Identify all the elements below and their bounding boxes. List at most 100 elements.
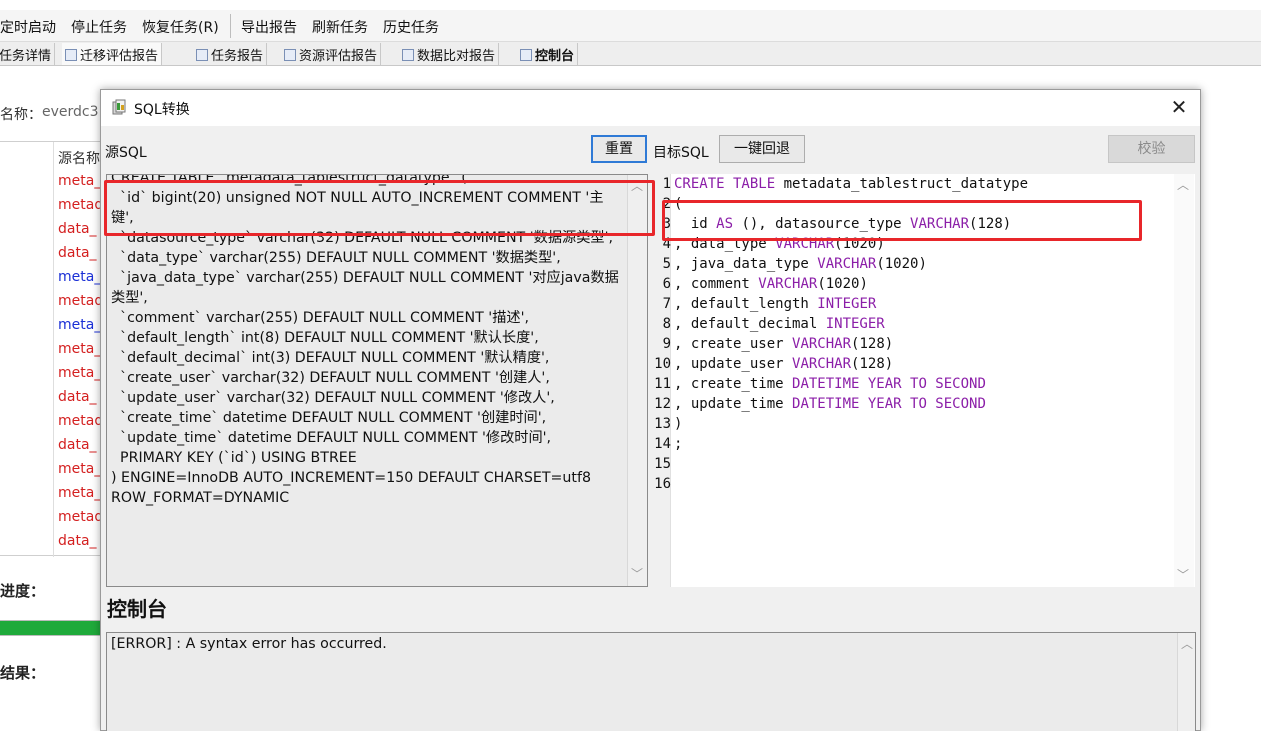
tab-resource-report[interactable]: 资源评估报告: [281, 43, 382, 65]
sql-keyword: VARCHAR: [792, 336, 852, 352]
reset-button[interactable]: 重置: [591, 135, 647, 163]
table-row[interactable]: data_: [58, 221, 97, 237]
sql-keyword: VARCHAR: [775, 236, 835, 252]
object-table: 源名称 meta_ metad data_ data_ meta_ metad meta_ m…: [0, 141, 104, 557]
menu-resume-task[interactable]: 恢复任务(R): [142, 17, 219, 37]
table-row[interactable]: metad: [58, 509, 103, 525]
target-sql-label: 目标SQL: [653, 145, 709, 161]
sql-token: (: [674, 196, 683, 212]
report-tab-bar: 任务详情 迁移评估报告 任务报告 资源评估报告 数据比对报告 控制台: [0, 42, 1261, 66]
code-line[interactable]: (: [674, 194, 682, 214]
code-line[interactable]: ): [674, 414, 682, 434]
line-number: 3: [662, 216, 671, 232]
menu-history-task[interactable]: 历史任务: [383, 17, 439, 37]
rollback-button[interactable]: 一键回退: [719, 135, 805, 163]
line-number: 11: [654, 376, 671, 392]
source-sql-scrollbar[interactable]: ︿ ﹀: [627, 175, 647, 586]
console-icon: [520, 49, 532, 61]
target-sql-editor[interactable]: 1 2 3 4 5 6 7 8 9 10 11 12 13 14 15 16 CREATE TABLE met…: [654, 174, 1195, 587]
table-row[interactable]: data_: [58, 245, 97, 261]
scroll-down-icon[interactable]: ﹀: [1174, 566, 1192, 583]
line-number: 1: [662, 176, 671, 192]
console-message: [ERROR] : A syntax error has occurred.: [111, 636, 387, 652]
source-sql-text[interactable]: CREATE TABLE `metadata_tablestruct_datat…: [111, 175, 625, 508]
code-line[interactable]: , default_length INTEGER: [674, 294, 876, 314]
code-line[interactable]: , update_user VARCHAR(128): [674, 354, 893, 374]
menu-refresh-task[interactable]: 刷新任务: [312, 17, 368, 37]
sql-token: , update_user: [674, 356, 793, 372]
table-row[interactable]: meta_: [58, 269, 101, 285]
dialog-title: SQL转换: [134, 102, 190, 118]
table-row[interactable]: meta_: [58, 365, 101, 381]
task-name-value: everdc3: [42, 104, 99, 120]
line-number: 13: [654, 416, 671, 432]
code-line[interactable]: , default_decimal INTEGER: [674, 314, 885, 334]
line-number: 16: [654, 476, 671, 492]
line-number: 5: [662, 256, 671, 272]
line-number: 14: [654, 436, 671, 452]
table-row[interactable]: data_: [58, 437, 97, 453]
code-line[interactable]: , update_time DATETIME YEAR TO SECOND: [674, 394, 986, 414]
line-number-gutter: 1 2 3 4 5 6 7 8 9 10 11 12 13 14 15 16: [654, 174, 671, 587]
code-line[interactable]: , create_user VARCHAR(128): [674, 334, 893, 354]
tab-task-details[interactable]: 任务详情: [0, 43, 56, 65]
source-sql-editor[interactable]: CREATE TABLE `metadata_tablestruct_datat…: [106, 174, 648, 587]
table-row[interactable]: data_: [58, 389, 97, 405]
table-row[interactable]: meta_: [58, 173, 101, 189]
table-row[interactable]: metad: [58, 413, 103, 429]
sql-token: (128): [851, 356, 894, 372]
code-line[interactable]: , comment VARCHAR(1020): [674, 274, 868, 294]
sql-keyword: DATETIME YEAR TO SECOND: [792, 376, 986, 392]
line-number: 6: [662, 276, 671, 292]
line-number: 2: [662, 196, 671, 212]
code-line[interactable]: , java_data_type VARCHAR(1020): [674, 254, 927, 274]
line-number: 7: [662, 296, 671, 312]
table-row[interactable]: metad: [58, 197, 103, 213]
source-sql-label: 源SQL: [105, 145, 147, 161]
table-row[interactable]: meta_: [58, 317, 101, 333]
table-row[interactable]: meta_: [58, 461, 101, 477]
menu-timed-start[interactable]: 定时启动: [0, 17, 56, 37]
menu-export-report[interactable]: 导出报告: [241, 17, 297, 37]
code-line[interactable]: CREATE TABLE metadata_tablestruct_dataty…: [674, 174, 1028, 194]
task-name-label: 名称：: [0, 107, 42, 123]
console-title: 控制台: [107, 597, 167, 621]
code-line[interactable]: , create_time DATETIME YEAR TO SECOND: [674, 374, 986, 394]
validate-button[interactable]: 校验: [1108, 135, 1195, 163]
table-row[interactable]: data_: [58, 533, 97, 549]
table-row[interactable]: meta_: [58, 485, 101, 501]
table-row[interactable]: metad: [58, 293, 103, 309]
scroll-up-icon[interactable]: ︿: [1174, 176, 1192, 193]
tab-data-compare-report[interactable]: 数据比对报告: [399, 43, 500, 65]
scroll-up-icon[interactable]: ︿: [1178, 635, 1196, 652]
sql-keyword: CREATE TABLE: [674, 176, 776, 192]
line-number: 9: [662, 336, 671, 352]
sql-token: ): [674, 416, 683, 432]
tab-console[interactable]: 控制台: [517, 43, 579, 65]
console-output[interactable]: [ERROR] : A syntax error has occurred. ︿: [106, 632, 1196, 731]
menu-separator: [230, 14, 231, 38]
sql-token: , java_data_type: [674, 256, 818, 272]
table-row[interactable]: meta_: [58, 341, 101, 357]
line-number: 10: [654, 356, 671, 372]
menu-stop-task[interactable]: 停止任务: [71, 17, 127, 37]
tab-task-report[interactable]: 任务报告: [193, 43, 268, 65]
code-line[interactable]: id AS (), datasource_type VARCHAR(128): [674, 214, 1011, 234]
target-sql-scrollbar[interactable]: ︿ ﹀: [1174, 174, 1194, 587]
scroll-up-icon[interactable]: ︿: [628, 177, 646, 194]
result-label: 结果：: [0, 664, 46, 682]
console-scrollbar[interactable]: ︿: [1177, 633, 1195, 731]
sql-token: , create_time: [674, 376, 793, 392]
tab-label: 迁移评估报告: [80, 49, 159, 64]
close-icon[interactable]: ✕: [1169, 97, 1189, 117]
sql-keyword: VARCHAR: [758, 276, 818, 292]
scroll-down-icon[interactable]: ﹀: [628, 565, 646, 582]
line-number: 12: [654, 396, 671, 412]
sql-keyword: VARCHAR: [910, 216, 970, 232]
code-line[interactable]: , data_type VARCHAR(1020): [674, 234, 885, 254]
tab-migration-report[interactable]: 迁移评估报告: [62, 43, 163, 65]
line-number: 15: [654, 456, 671, 472]
progress-bar: [0, 620, 104, 636]
menu-bar: 定时启动 停止任务 恢复任务(R) 导出报告 刷新任务 历史任务: [0, 10, 1261, 42]
code-line[interactable]: ;: [674, 434, 682, 454]
